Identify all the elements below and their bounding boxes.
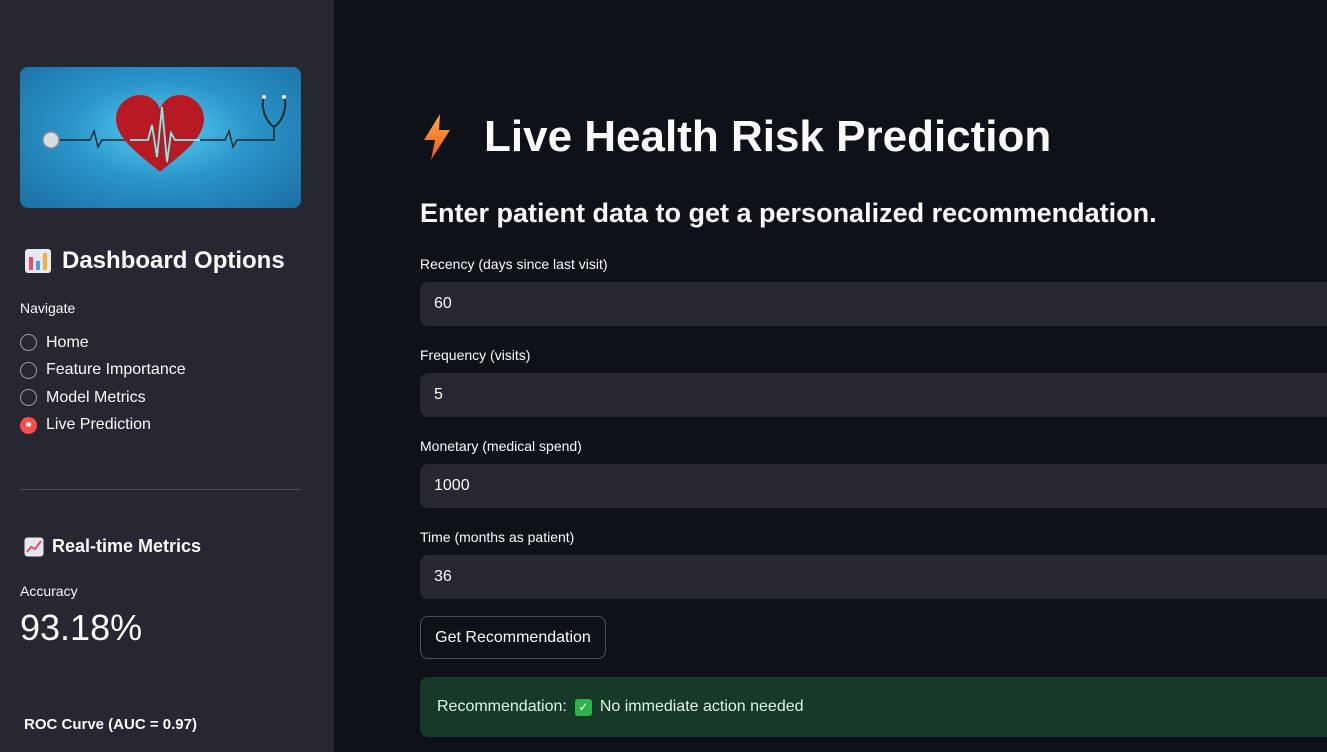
- nav-radio-label: Model Metrics: [46, 388, 146, 406]
- recency-label: Recency (days since last visit): [420, 256, 608, 272]
- realtime-metrics-title: Real-time Metrics: [24, 536, 201, 557]
- line-chart-icon: [24, 537, 44, 557]
- recency-input[interactable]: 60: [420, 282, 1327, 326]
- recommendation-text: No immediate action needed: [599, 698, 804, 715]
- nav-radio-home[interactable]: Home: [20, 329, 186, 357]
- accuracy-label: Accuracy: [20, 583, 78, 599]
- time-label: Time (months as patient): [420, 529, 575, 545]
- lightning-icon: [420, 112, 454, 162]
- monetary-input[interactable]: 1000: [420, 464, 1327, 508]
- nav-radio-live-prediction[interactable]: Live Prediction: [20, 412, 186, 440]
- get-recommendation-button[interactable]: Get Recommendation: [420, 616, 606, 659]
- nav-radio-label: Live Prediction: [46, 416, 151, 434]
- nav-radio-label: Feature Importance: [46, 361, 186, 379]
- radio-circle-icon: [20, 334, 37, 352]
- sidebar-title: Dashboard Options: [24, 247, 285, 275]
- radio-selected-icon: [20, 416, 37, 434]
- nav-radio-label: Home: [46, 333, 89, 351]
- page-title: Live Health Risk Prediction: [420, 112, 1051, 162]
- roc-curve-title: ROC Curve (AUC = 0.97): [24, 716, 197, 733]
- time-input[interactable]: 36: [420, 555, 1327, 599]
- nav-radio-model-metrics[interactable]: Model Metrics: [20, 384, 186, 412]
- radio-circle-icon: [20, 361, 37, 379]
- bar-chart-icon: [24, 248, 52, 274]
- check-icon: ✓: [574, 698, 592, 716]
- sidebar-divider: [20, 489, 301, 490]
- frequency-input[interactable]: 5: [420, 373, 1327, 417]
- recommendation-label: Recommendation:: [437, 698, 567, 715]
- page-title-text: Live Health Risk Prediction: [484, 112, 1052, 161]
- accuracy-value: 93.18%: [20, 607, 143, 648]
- nav-radio-feature-importance[interactable]: Feature Importance: [20, 357, 186, 385]
- monetary-label: Monetary (medical spend): [420, 438, 582, 454]
- sidebar-title-text: Dashboard Options: [62, 247, 285, 274]
- heart-banner-image: [20, 67, 301, 208]
- radio-circle-icon: [20, 389, 37, 407]
- sidebar: Dashboard Options Navigate Home Feature …: [0, 0, 334, 752]
- frequency-label: Frequency (visits): [420, 347, 531, 363]
- realtime-metrics-text: Real-time Metrics: [52, 536, 202, 556]
- page-subtitle: Enter patient data to get a personalized…: [420, 198, 1157, 228]
- navigation-radio-group: Home Feature Importance Model Metrics Li…: [20, 329, 186, 439]
- navigate-label: Navigate: [20, 300, 76, 316]
- main-content: Live Health Risk Prediction Enter patien…: [334, 0, 1327, 752]
- recommendation-success-alert: Recommendation: ✓ No immediate action ne…: [420, 677, 1327, 737]
